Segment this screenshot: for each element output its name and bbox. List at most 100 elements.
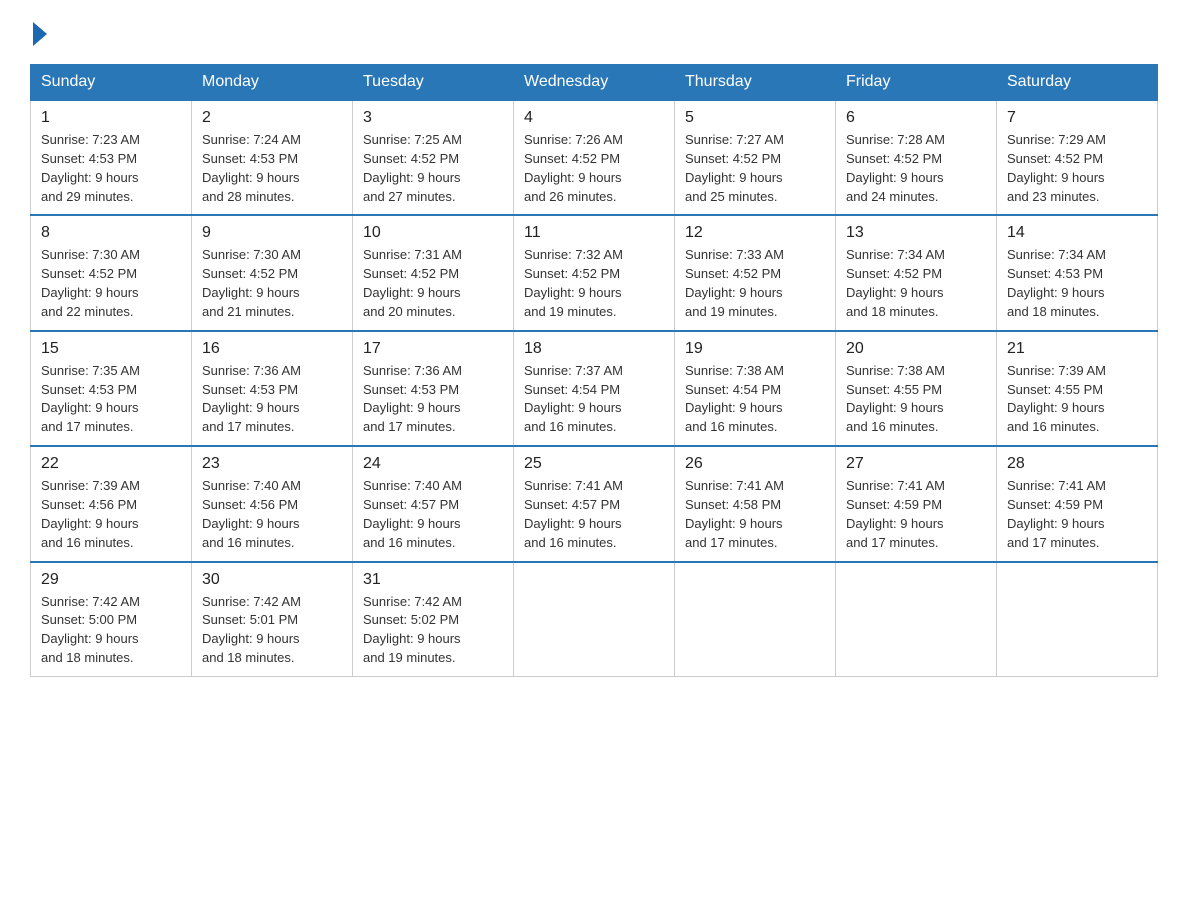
weekday-header-friday: Friday bbox=[836, 65, 997, 101]
weekday-header-monday: Monday bbox=[192, 65, 353, 101]
cell-detail: Sunrise: 7:37 AMSunset: 4:54 PMDaylight:… bbox=[524, 363, 623, 435]
cell-detail: Sunrise: 7:36 AMSunset: 4:53 PMDaylight:… bbox=[202, 363, 301, 435]
cell-detail: Sunrise: 7:25 AMSunset: 4:52 PMDaylight:… bbox=[363, 132, 462, 204]
calendar-cell: 15 Sunrise: 7:35 AMSunset: 4:53 PMDaylig… bbox=[31, 331, 192, 446]
day-number: 21 bbox=[1007, 340, 1147, 358]
calendar-cell bbox=[514, 562, 675, 677]
calendar-header-row: SundayMondayTuesdayWednesdayThursdayFrid… bbox=[31, 65, 1158, 101]
day-number: 31 bbox=[363, 571, 503, 589]
calendar-cell: 13 Sunrise: 7:34 AMSunset: 4:52 PMDaylig… bbox=[836, 215, 997, 330]
calendar-cell: 20 Sunrise: 7:38 AMSunset: 4:55 PMDaylig… bbox=[836, 331, 997, 446]
calendar-cell bbox=[836, 562, 997, 677]
cell-detail: Sunrise: 7:30 AMSunset: 4:52 PMDaylight:… bbox=[202, 247, 301, 319]
calendar-cell: 28 Sunrise: 7:41 AMSunset: 4:59 PMDaylig… bbox=[997, 446, 1158, 561]
calendar-cell: 18 Sunrise: 7:37 AMSunset: 4:54 PMDaylig… bbox=[514, 331, 675, 446]
day-number: 6 bbox=[846, 109, 986, 127]
cell-detail: Sunrise: 7:28 AMSunset: 4:52 PMDaylight:… bbox=[846, 132, 945, 204]
calendar-cell: 19 Sunrise: 7:38 AMSunset: 4:54 PMDaylig… bbox=[675, 331, 836, 446]
day-number: 16 bbox=[202, 340, 342, 358]
cell-detail: Sunrise: 7:41 AMSunset: 4:58 PMDaylight:… bbox=[685, 478, 784, 550]
day-number: 5 bbox=[685, 109, 825, 127]
cell-detail: Sunrise: 7:41 AMSunset: 4:57 PMDaylight:… bbox=[524, 478, 623, 550]
calendar-cell: 22 Sunrise: 7:39 AMSunset: 4:56 PMDaylig… bbox=[31, 446, 192, 561]
logo-arrow-icon bbox=[33, 22, 47, 46]
day-number: 30 bbox=[202, 571, 342, 589]
day-number: 1 bbox=[41, 109, 181, 127]
calendar-cell: 10 Sunrise: 7:31 AMSunset: 4:52 PMDaylig… bbox=[353, 215, 514, 330]
calendar-cell: 4 Sunrise: 7:26 AMSunset: 4:52 PMDayligh… bbox=[514, 100, 675, 215]
day-number: 2 bbox=[202, 109, 342, 127]
calendar-cell: 31 Sunrise: 7:42 AMSunset: 5:02 PMDaylig… bbox=[353, 562, 514, 677]
calendar-cell bbox=[997, 562, 1158, 677]
cell-detail: Sunrise: 7:42 AMSunset: 5:02 PMDaylight:… bbox=[363, 594, 462, 666]
weekday-header-thursday: Thursday bbox=[675, 65, 836, 101]
calendar-cell: 16 Sunrise: 7:36 AMSunset: 4:53 PMDaylig… bbox=[192, 331, 353, 446]
cell-detail: Sunrise: 7:40 AMSunset: 4:57 PMDaylight:… bbox=[363, 478, 462, 550]
cell-detail: Sunrise: 7:36 AMSunset: 4:53 PMDaylight:… bbox=[363, 363, 462, 435]
calendar-cell: 11 Sunrise: 7:32 AMSunset: 4:52 PMDaylig… bbox=[514, 215, 675, 330]
calendar-cell: 27 Sunrise: 7:41 AMSunset: 4:59 PMDaylig… bbox=[836, 446, 997, 561]
day-number: 4 bbox=[524, 109, 664, 127]
cell-detail: Sunrise: 7:39 AMSunset: 4:55 PMDaylight:… bbox=[1007, 363, 1106, 435]
day-number: 9 bbox=[202, 224, 342, 242]
calendar-cell: 12 Sunrise: 7:33 AMSunset: 4:52 PMDaylig… bbox=[675, 215, 836, 330]
calendar-cell: 6 Sunrise: 7:28 AMSunset: 4:52 PMDayligh… bbox=[836, 100, 997, 215]
cell-detail: Sunrise: 7:34 AMSunset: 4:52 PMDaylight:… bbox=[846, 247, 945, 319]
cell-detail: Sunrise: 7:40 AMSunset: 4:56 PMDaylight:… bbox=[202, 478, 301, 550]
logo bbox=[30, 20, 47, 46]
day-number: 13 bbox=[846, 224, 986, 242]
day-number: 8 bbox=[41, 224, 181, 242]
calendar-week-row: 29 Sunrise: 7:42 AMSunset: 5:00 PMDaylig… bbox=[31, 562, 1158, 677]
day-number: 27 bbox=[846, 455, 986, 473]
day-number: 25 bbox=[524, 455, 664, 473]
day-number: 17 bbox=[363, 340, 503, 358]
day-number: 22 bbox=[41, 455, 181, 473]
day-number: 15 bbox=[41, 340, 181, 358]
cell-detail: Sunrise: 7:24 AMSunset: 4:53 PMDaylight:… bbox=[202, 132, 301, 204]
day-number: 28 bbox=[1007, 455, 1147, 473]
day-number: 19 bbox=[685, 340, 825, 358]
cell-detail: Sunrise: 7:34 AMSunset: 4:53 PMDaylight:… bbox=[1007, 247, 1106, 319]
day-number: 7 bbox=[1007, 109, 1147, 127]
cell-detail: Sunrise: 7:23 AMSunset: 4:53 PMDaylight:… bbox=[41, 132, 140, 204]
calendar-cell: 23 Sunrise: 7:40 AMSunset: 4:56 PMDaylig… bbox=[192, 446, 353, 561]
cell-detail: Sunrise: 7:29 AMSunset: 4:52 PMDaylight:… bbox=[1007, 132, 1106, 204]
calendar-cell: 17 Sunrise: 7:36 AMSunset: 4:53 PMDaylig… bbox=[353, 331, 514, 446]
calendar-table: SundayMondayTuesdayWednesdayThursdayFrid… bbox=[30, 64, 1158, 677]
day-number: 3 bbox=[363, 109, 503, 127]
calendar-cell: 29 Sunrise: 7:42 AMSunset: 5:00 PMDaylig… bbox=[31, 562, 192, 677]
cell-detail: Sunrise: 7:33 AMSunset: 4:52 PMDaylight:… bbox=[685, 247, 784, 319]
day-number: 24 bbox=[363, 455, 503, 473]
weekday-header-wednesday: Wednesday bbox=[514, 65, 675, 101]
calendar-week-row: 8 Sunrise: 7:30 AMSunset: 4:52 PMDayligh… bbox=[31, 215, 1158, 330]
calendar-cell: 21 Sunrise: 7:39 AMSunset: 4:55 PMDaylig… bbox=[997, 331, 1158, 446]
day-number: 20 bbox=[846, 340, 986, 358]
calendar-cell: 14 Sunrise: 7:34 AMSunset: 4:53 PMDaylig… bbox=[997, 215, 1158, 330]
day-number: 23 bbox=[202, 455, 342, 473]
cell-detail: Sunrise: 7:32 AMSunset: 4:52 PMDaylight:… bbox=[524, 247, 623, 319]
calendar-cell: 7 Sunrise: 7:29 AMSunset: 4:52 PMDayligh… bbox=[997, 100, 1158, 215]
calendar-cell: 30 Sunrise: 7:42 AMSunset: 5:01 PMDaylig… bbox=[192, 562, 353, 677]
calendar-cell: 2 Sunrise: 7:24 AMSunset: 4:53 PMDayligh… bbox=[192, 100, 353, 215]
day-number: 10 bbox=[363, 224, 503, 242]
page-header bbox=[30, 20, 1158, 46]
cell-detail: Sunrise: 7:27 AMSunset: 4:52 PMDaylight:… bbox=[685, 132, 784, 204]
cell-detail: Sunrise: 7:39 AMSunset: 4:56 PMDaylight:… bbox=[41, 478, 140, 550]
cell-detail: Sunrise: 7:38 AMSunset: 4:54 PMDaylight:… bbox=[685, 363, 784, 435]
cell-detail: Sunrise: 7:42 AMSunset: 5:00 PMDaylight:… bbox=[41, 594, 140, 666]
calendar-week-row: 15 Sunrise: 7:35 AMSunset: 4:53 PMDaylig… bbox=[31, 331, 1158, 446]
day-number: 11 bbox=[524, 224, 664, 242]
cell-detail: Sunrise: 7:31 AMSunset: 4:52 PMDaylight:… bbox=[363, 247, 462, 319]
weekday-header-saturday: Saturday bbox=[997, 65, 1158, 101]
day-number: 29 bbox=[41, 571, 181, 589]
calendar-cell: 1 Sunrise: 7:23 AMSunset: 4:53 PMDayligh… bbox=[31, 100, 192, 215]
cell-detail: Sunrise: 7:35 AMSunset: 4:53 PMDaylight:… bbox=[41, 363, 140, 435]
day-number: 26 bbox=[685, 455, 825, 473]
calendar-cell: 5 Sunrise: 7:27 AMSunset: 4:52 PMDayligh… bbox=[675, 100, 836, 215]
weekday-header-sunday: Sunday bbox=[31, 65, 192, 101]
calendar-cell bbox=[675, 562, 836, 677]
weekday-header-tuesday: Tuesday bbox=[353, 65, 514, 101]
calendar-cell: 25 Sunrise: 7:41 AMSunset: 4:57 PMDaylig… bbox=[514, 446, 675, 561]
day-number: 12 bbox=[685, 224, 825, 242]
calendar-cell: 8 Sunrise: 7:30 AMSunset: 4:52 PMDayligh… bbox=[31, 215, 192, 330]
